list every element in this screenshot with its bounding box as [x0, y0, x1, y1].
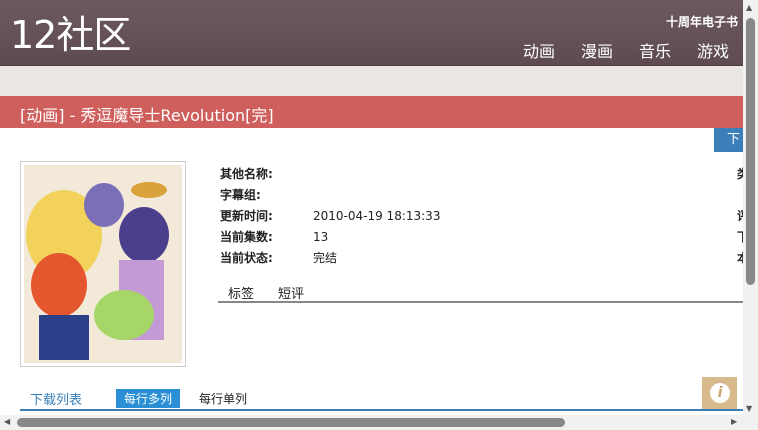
- ebook-link[interactable]: 十周年电子书: [666, 13, 738, 30]
- scroll-right-icon[interactable]: ▶: [731, 417, 737, 426]
- info-label: 当前集数:: [220, 230, 273, 244]
- info-value: 13: [313, 230, 329, 244]
- info-label: 更新时间:: [220, 209, 273, 223]
- download-list-tabs: 下载列表 每行多列 每行单列: [20, 387, 743, 411]
- info-label: 其他名称:: [220, 167, 273, 181]
- site-logo[interactable]: 12社区: [10, 13, 131, 57]
- vertical-scroll-thumb[interactable]: [746, 18, 755, 285]
- scroll-left-icon[interactable]: ◀: [4, 417, 10, 426]
- tab-reviews[interactable]: 短评: [278, 283, 304, 302]
- scroll-up-icon[interactable]: ▲: [746, 3, 752, 12]
- info-row-status: 当前状态: 完结: [220, 248, 758, 269]
- nav-item-games[interactable]: 游戏: [697, 38, 729, 62]
- info-label: 字幕组:: [220, 188, 261, 202]
- horizontal-scrollbar[interactable]: ◀ ▶: [0, 415, 743, 430]
- info-row-episodes: 当前集数: 13: [220, 227, 758, 248]
- nav-item-anime[interactable]: 动画: [523, 38, 555, 62]
- download-button[interactable]: 下: [714, 128, 743, 152]
- tab-tags[interactable]: 标签: [228, 283, 254, 302]
- info-value: 2010-04-19 18:13:33: [313, 209, 441, 223]
- horizontal-scroll-thumb[interactable]: [17, 418, 565, 427]
- info-row-subgroup: 字幕组:: [220, 185, 758, 206]
- info-value: 完结: [313, 251, 338, 265]
- view-multi-column-button[interactable]: 每行多列: [116, 389, 181, 408]
- nav-item-music[interactable]: 音乐: [639, 38, 671, 62]
- vertical-scrollbar[interactable]: ▲ ▼: [743, 0, 758, 430]
- top-header: 12社区 十周年电子书 动画 漫画 音乐 游戏: [0, 0, 743, 66]
- sub-header-strip: [0, 66, 743, 96]
- cover-image: [20, 161, 186, 367]
- detail-tabs: 标签 短评: [218, 281, 743, 303]
- scroll-down-icon[interactable]: ▼: [746, 404, 752, 413]
- nav-item-manga[interactable]: 漫画: [581, 38, 613, 62]
- title-bar: [动画] - 秀逗魔导士Revolution[完]: [0, 96, 743, 128]
- info-row-updated: 更新时间: 2010-04-19 18:13:33: [220, 206, 758, 227]
- view-single-column-button[interactable]: 每行单列: [199, 390, 247, 407]
- tab-download-list[interactable]: 下载列表: [30, 389, 82, 408]
- info-button[interactable]: i: [702, 377, 737, 409]
- info-label: 当前状态:: [220, 251, 273, 265]
- info-icon: i: [710, 383, 730, 403]
- info-row-aliases: 其他名称:: [220, 164, 758, 185]
- info-table: 其他名称: 字幕组: 更新时间: 2010-04-19 18:13:33 当前集数…: [220, 164, 758, 269]
- main-nav: 动画 漫画 音乐 游戏: [523, 38, 729, 62]
- page-title: [动画] - 秀逗魔导士Revolution[完]: [20, 106, 274, 125]
